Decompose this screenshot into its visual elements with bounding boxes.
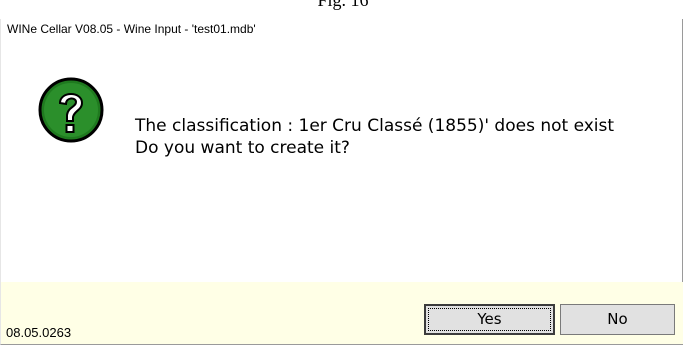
no-button[interactable]: No (560, 304, 675, 335)
window-title: WINe Cellar V08.05 - Wine Input - 'test0… (7, 22, 256, 36)
message-dialog: WINe Cellar V08.05 - Wine Input - 'test0… (0, 19, 683, 345)
figure-caption: Fig. 16 (317, 0, 369, 10)
question-icon (38, 77, 104, 143)
dialog-footer: 08.05.0263 Yes No (1, 282, 683, 344)
yes-button-label: Yes (477, 310, 502, 328)
dialog-message: The classification : 1er Cru Classé (185… (135, 115, 614, 159)
version-label: 08.05.0263 (6, 325, 72, 340)
yes-button[interactable]: Yes (424, 304, 555, 335)
message-line-1: The classification : 1er Cru Classé (185… (135, 116, 615, 136)
message-line-2: Do you want to create it? (135, 138, 350, 158)
no-button-label: No (607, 310, 628, 328)
